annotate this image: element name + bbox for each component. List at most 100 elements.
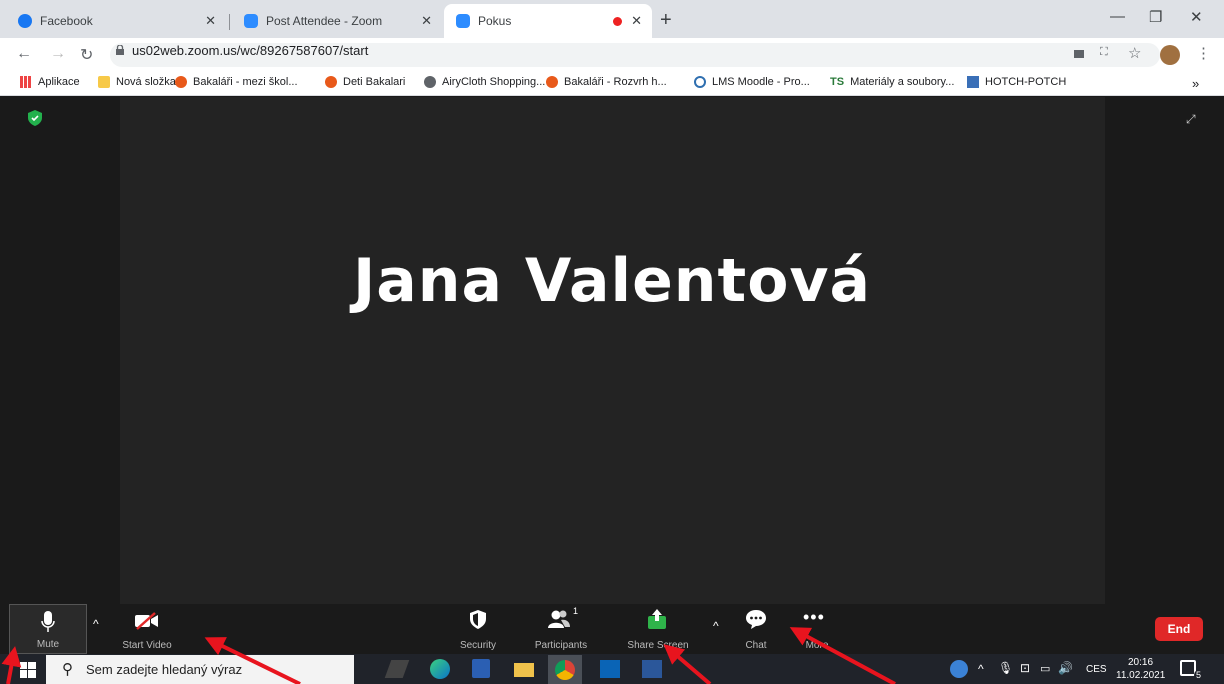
search-placeholder[interactable]: Sem zadejte hledaný výraz — [86, 662, 242, 677]
tab-pokus[interactable]: Pokus ✕ — [444, 4, 652, 38]
avatar[interactable] — [1160, 45, 1180, 65]
word-icon[interactable] — [642, 660, 662, 678]
share-options-chevron-icon[interactable]: ^ — [713, 619, 719, 633]
meeting-toolbar: Mute ^ Start Video Security 1 Participan… — [0, 604, 1224, 654]
security-shield-icon — [470, 610, 486, 629]
more-dots-icon: ••• — [803, 607, 825, 627]
fullscreen-icon[interactable]: ⤢ — [1186, 112, 1196, 127]
bakalari-icon — [325, 76, 337, 88]
tab-label: Pokus — [478, 14, 512, 28]
tab-post-attendee[interactable]: Post Attendee - Zoom ✕ — [232, 4, 442, 38]
bookmark-label: Bakaláři - mezi škol... — [193, 76, 298, 88]
bakalari-icon — [546, 76, 558, 88]
clock-date[interactable]: 11.02.2021 — [1116, 670, 1165, 681]
help-icon[interactable] — [950, 660, 968, 678]
camera-icon[interactable] — [1074, 50, 1084, 58]
tab-label: Post Attendee - Zoom — [266, 14, 383, 28]
search-icon: ⚲ — [62, 661, 73, 678]
bookmark-hotch-potch[interactable]: HOTCH-POTCH — [967, 76, 1066, 88]
close-window-icon[interactable]: ✕ — [1190, 8, 1203, 26]
participants-icon — [548, 610, 570, 628]
chat-icon — [746, 610, 766, 629]
video-tile — [120, 97, 1105, 604]
facebook-icon — [18, 14, 32, 28]
tab-strip: Facebook ✕ Post Attendee - Zoom ✕ Pokus … — [0, 0, 1224, 38]
bookmark-label: Nová složka — [116, 76, 176, 88]
bookmark-label: LMS Moodle - Pro... — [712, 76, 810, 88]
start-video-label: Start Video — [122, 640, 172, 651]
share-screen-button[interactable]: Share Screen — [616, 604, 700, 654]
bookmark-materialy[interactable]: TS Materiály a soubory... — [830, 76, 954, 88]
network-icon[interactable]: ⊡ — [1020, 661, 1030, 675]
close-tab-icon[interactable]: ✕ — [205, 13, 216, 29]
bookmark-moodle[interactable]: LMS Moodle - Pro... — [694, 76, 810, 88]
translate-icon[interactable]: ⛶ — [1100, 46, 1108, 59]
audio-options-chevron-icon[interactable]: ^ — [93, 617, 99, 631]
bookmark-folder[interactable]: Nová složka — [98, 76, 176, 88]
more-button[interactable]: ••• More — [795, 604, 839, 654]
ts-icon: TS — [830, 76, 845, 88]
tray-chevron-icon[interactable]: ^ — [978, 662, 984, 676]
moodle-icon — [694, 76, 706, 88]
bookmark-airycloth[interactable]: AiryCloth Shopping... — [424, 76, 545, 88]
clock-time[interactable]: 20:16 — [1128, 657, 1153, 668]
microphone-icon — [41, 611, 55, 632]
edge-icon[interactable] — [430, 659, 450, 679]
file-explorer-icon[interactable] — [514, 663, 534, 677]
participants-count: 1 — [573, 606, 579, 616]
hotch-potch-icon — [967, 76, 979, 88]
bookmark-label: Deti Bakalari — [343, 76, 406, 88]
bookmark-star-icon[interactable]: ☆ — [1128, 44, 1141, 62]
back-icon[interactable]: ← — [16, 45, 32, 63]
save-disk-icon[interactable] — [472, 659, 490, 678]
outlook-icon[interactable] — [600, 660, 620, 678]
language-indicator[interactable]: CES — [1086, 664, 1107, 675]
encryption-shield-icon[interactable] — [28, 110, 42, 126]
mute-label: Mute — [36, 639, 60, 650]
participants-button[interactable]: 1 Participants — [526, 604, 596, 654]
close-tab-icon[interactable]: ✕ — [421, 13, 432, 29]
bookmark-bakalari-rozvrh[interactable]: Bakaláři - Rozvrh h... — [546, 76, 667, 88]
bookmark-label: Bakaláři - Rozvrh h... — [564, 76, 667, 88]
lock-icon — [116, 45, 124, 55]
more-label: More — [805, 640, 829, 651]
windows-start-icon[interactable] — [20, 662, 36, 678]
bookmark-label: Aplikace — [38, 76, 80, 88]
minimize-icon[interactable]: — — [1110, 8, 1125, 25]
close-tab-icon[interactable]: ✕ — [631, 13, 642, 29]
new-tab-button[interactable]: + — [660, 9, 672, 32]
bookmark-label: HOTCH-POTCH — [985, 76, 1067, 88]
bookmarks-overflow[interactable]: » — [1192, 76, 1199, 91]
reload-icon[interactable]: ↻ — [80, 45, 93, 65]
forward-icon[interactable]: → — [50, 45, 66, 63]
share-screen-label: Share Screen — [627, 640, 689, 651]
chat-label: Chat — [745, 640, 767, 651]
mute-button[interactable]: Mute — [9, 604, 87, 654]
bookmark-deti-bakalari[interactable]: Deti Bakalari — [325, 76, 405, 88]
tab-facebook[interactable]: Facebook ✕ — [6, 4, 226, 38]
volume-icon[interactable]: 🔊 — [1058, 661, 1073, 675]
start-video-button[interactable]: Start Video — [112, 604, 182, 654]
participants-label: Participants — [534, 640, 588, 651]
end-meeting-button[interactable]: End — [1155, 617, 1203, 641]
share-screen-icon — [648, 609, 666, 629]
tab-label: Facebook — [40, 14, 93, 28]
notification-count: 5 — [1194, 670, 1204, 680]
security-button[interactable]: Security — [448, 604, 508, 654]
bookmark-label: Materiály a soubory... — [850, 76, 955, 88]
battery-icon[interactable]: ▭ — [1040, 662, 1050, 675]
bookmark-apps[interactable]: Aplikace — [20, 76, 80, 88]
bakalari-icon — [175, 76, 187, 88]
restore-icon[interactable]: ❐ — [1149, 8, 1162, 26]
recording-dot-icon — [613, 17, 622, 26]
bookmark-bakalari-mezi[interactable]: Bakaláři - mezi škol... — [175, 76, 298, 88]
meeting-area — [0, 97, 1224, 604]
participant-name: Jana Valentová — [352, 246, 872, 316]
chat-button[interactable]: Chat — [734, 604, 778, 654]
url-text[interactable]: us02web.zoom.us/wc/89267587607/start — [132, 43, 368, 58]
chrome-icon[interactable] — [548, 655, 582, 684]
tab-separator — [229, 14, 230, 30]
apps-grid-icon — [20, 76, 32, 88]
tray-microphone-icon[interactable]: 🎙 — [998, 661, 1013, 675]
menu-icon[interactable]: ⋮ — [1196, 44, 1211, 62]
